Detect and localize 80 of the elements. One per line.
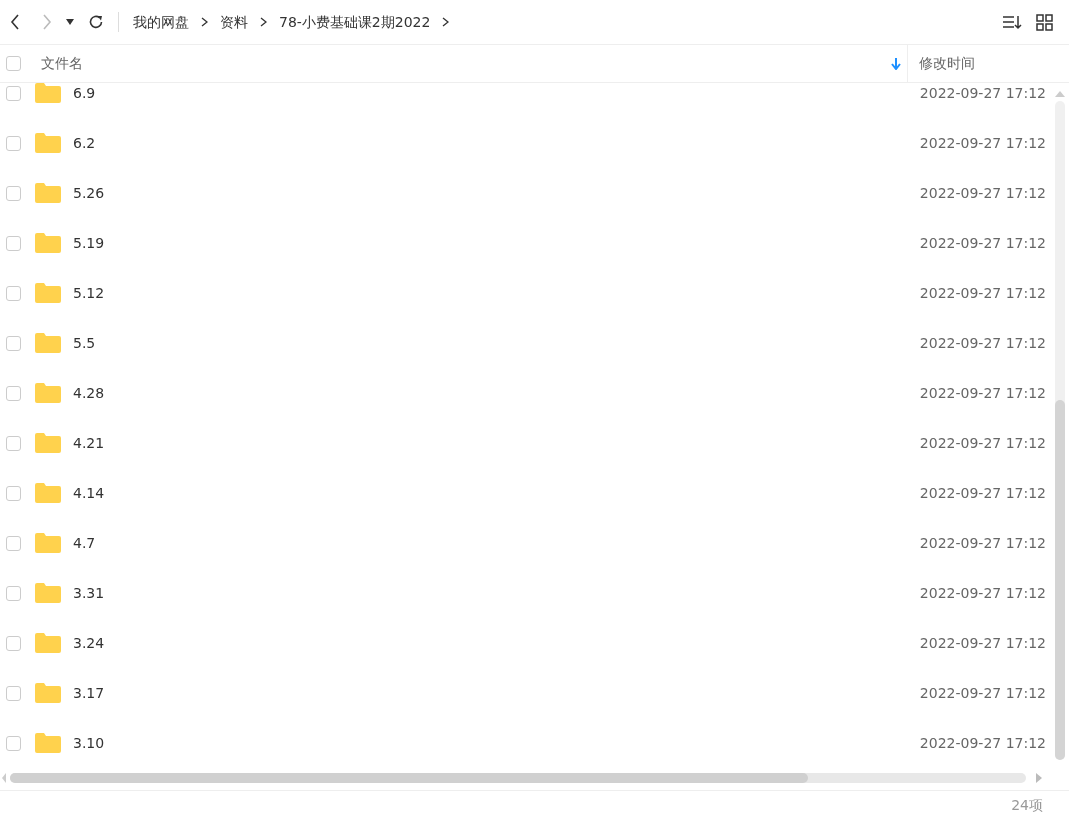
row-checkbox[interactable] — [6, 235, 21, 251]
row-checkbox[interactable] — [6, 535, 21, 551]
modified-time: 2022-09-27 17:12 — [918, 333, 1046, 353]
chevron-right-icon — [260, 17, 267, 27]
modified-time: 2022-09-27 17:12 — [918, 183, 1046, 203]
row-checkbox[interactable] — [6, 485, 21, 501]
folder-icon — [35, 383, 61, 403]
folder-icon — [35, 633, 61, 653]
file-name[interactable]: 5.19 — [73, 232, 105, 254]
row-checkbox[interactable] — [6, 635, 21, 651]
folder-icon — [35, 533, 61, 553]
forward-icon[interactable] — [42, 14, 52, 30]
select-all-checkbox[interactable] — [6, 56, 21, 71]
modified-time: 2022-09-27 17:12 — [918, 633, 1046, 653]
file-name[interactable]: 3.24 — [73, 632, 105, 654]
file-name[interactable]: 6.9 — [73, 83, 96, 104]
breadcrumb-link[interactable]: 78-小费基础课2期2022 — [279, 11, 431, 33]
folder-icon — [35, 483, 61, 503]
grid-view-icon[interactable] — [1036, 13, 1053, 31]
file-name[interactable]: 4.7 — [73, 532, 96, 554]
sort-descending-icon — [891, 57, 901, 70]
scroll-up-icon[interactable] — [1055, 91, 1065, 97]
folder-icon — [35, 333, 61, 353]
breadcrumb-link[interactable]: 我的网盘 — [133, 11, 189, 33]
file-name[interactable]: 6.2 — [73, 132, 96, 154]
file-name[interactable]: 5.5 — [73, 332, 96, 354]
file-name[interactable]: 4.21 — [73, 432, 105, 454]
chevron-right-icon — [442, 17, 450, 27]
row-checkbox[interactable] — [6, 735, 21, 751]
row-checkbox[interactable] — [6, 285, 21, 301]
modified-time: 2022-09-27 17:12 — [918, 583, 1046, 603]
row-checkbox[interactable] — [6, 85, 21, 101]
modified-time: 2022-09-27 17:12 — [918, 133, 1046, 153]
file-name[interactable]: 3.31 — [73, 582, 105, 604]
row-checkbox[interactable] — [6, 385, 21, 401]
folder-icon — [35, 233, 61, 253]
file-name[interactable]: 4.14 — [73, 482, 105, 504]
folder-icon — [35, 733, 61, 753]
refresh-icon[interactable] — [88, 14, 104, 30]
breadcrumb-link[interactable]: 资料 — [220, 11, 248, 33]
folder-icon — [35, 133, 61, 153]
folder-icon — [35, 283, 61, 303]
row-checkbox[interactable] — [6, 585, 21, 601]
folder-icon — [35, 183, 61, 203]
modified-time: 2022-09-27 17:12 — [918, 683, 1046, 703]
vertical-scrollbar[interactable] — [1055, 101, 1065, 760]
row-checkbox[interactable] — [6, 435, 21, 451]
modified-time: 2022-09-27 17:12 — [918, 283, 1046, 303]
modified-time: 2022-09-27 17:12 — [918, 533, 1046, 553]
sort-list-icon[interactable] — [1002, 14, 1022, 30]
modified-time: 2022-09-27 17:12 — [918, 83, 1046, 103]
folder-icon — [35, 433, 61, 453]
scroll-left-icon[interactable] — [2, 773, 6, 783]
chevron-right-icon — [201, 17, 208, 27]
item-count: 24项 — [1011, 796, 1043, 815]
file-name[interactable]: 5.26 — [73, 182, 105, 204]
file-name[interactable]: 5.12 — [73, 282, 105, 304]
dropdown-caret-icon[interactable] — [66, 19, 74, 25]
row-checkbox[interactable] — [6, 335, 21, 351]
file-name[interactable]: 4.28 — [73, 382, 105, 404]
row-checkbox[interactable] — [6, 135, 21, 151]
modified-time: 2022-09-27 17:12 — [918, 383, 1046, 403]
folder-icon — [35, 83, 61, 103]
scrollbar-thumb[interactable] — [1055, 400, 1065, 760]
folder-icon — [35, 683, 61, 703]
modified-time: 2022-09-27 17:12 — [918, 483, 1046, 503]
modified-time: 2022-09-27 17:12 — [918, 433, 1046, 453]
scrollbar-thumb[interactable] — [10, 773, 808, 783]
file-name[interactable]: 3.10 — [73, 732, 105, 754]
column-header[interactable]: 修改时间 — [908, 53, 975, 74]
folder-icon — [35, 583, 61, 603]
column-header[interactable]: 文件名 — [41, 53, 83, 74]
modified-time: 2022-09-27 17:12 — [918, 733, 1046, 753]
row-checkbox[interactable] — [6, 685, 21, 701]
modified-time: 2022-09-27 17:12 — [918, 233, 1046, 253]
back-icon[interactable] — [10, 14, 20, 30]
file-name[interactable]: 3.17 — [73, 682, 105, 704]
scroll-right-icon[interactable] — [1036, 773, 1042, 783]
row-checkbox[interactable] — [6, 185, 21, 201]
horizontal-scrollbar[interactable] — [10, 773, 1026, 783]
